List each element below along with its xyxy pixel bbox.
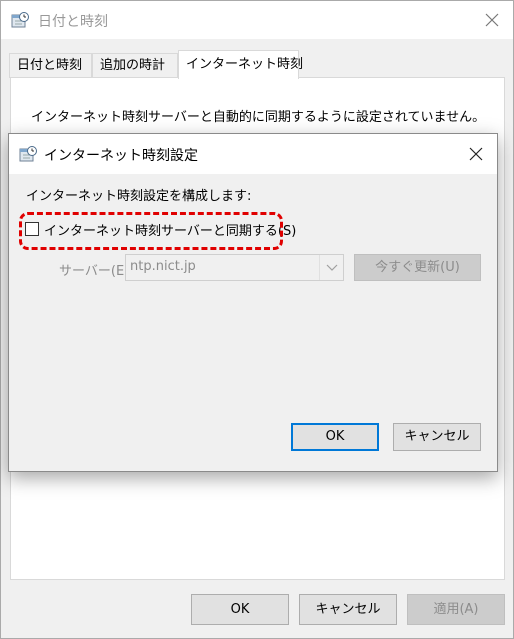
server-value: ntp.nict.jp <box>130 259 196 274</box>
internet-time-status-message: インターネット時刻サーバーと自動的に同期するように設定されていません。 <box>31 110 486 125</box>
window-titlebar: 日付と時刻 <box>1 1 513 39</box>
dialog-titlebar: インターネット時刻設定 <box>9 134 497 174</box>
update-now-button[interactable]: 今すぐ更新(U) <box>354 254 481 281</box>
clock-calendar-icon <box>11 11 29 33</box>
server-label: サーバー(E): <box>59 264 134 279</box>
ok-button[interactable]: OK <box>191 594 289 625</box>
dialog-cancel-button[interactable]: キャンセル <box>393 423 481 451</box>
apply-button[interactable]: 適用(A) <box>407 594 505 625</box>
dialog-ok-button[interactable]: OK <box>291 423 379 451</box>
sync-checkbox[interactable] <box>25 222 39 236</box>
tab-internet-time[interactable]: インターネット時刻 <box>178 50 303 79</box>
clock-calendar-icon <box>19 145 37 167</box>
dialog-heading: インターネット時刻設定を構成します: <box>26 189 252 204</box>
chevron-down-icon[interactable] <box>319 255 343 280</box>
close-icon[interactable] <box>465 143 487 165</box>
dialog-title: インターネット時刻設定 <box>44 148 198 164</box>
cancel-button[interactable]: キャンセル <box>299 594 397 625</box>
tab-date-time[interactable]: 日付と時刻 <box>9 53 92 78</box>
window-title: 日付と時刻 <box>38 14 108 30</box>
close-icon[interactable] <box>481 9 503 31</box>
internet-time-settings-dialog: インターネット時刻設定 インターネット時刻設定を構成します: インターネット時刻… <box>8 133 498 472</box>
sync-checkbox-label[interactable]: インターネット時刻サーバーと同期する(S) <box>44 220 296 239</box>
sync-checkbox-row[interactable]: インターネット時刻サーバーと同期する(S) <box>25 220 296 239</box>
server-combobox[interactable]: ntp.nict.jp <box>125 254 344 281</box>
tab-additional-clocks[interactable]: 追加の時計 <box>92 53 178 78</box>
